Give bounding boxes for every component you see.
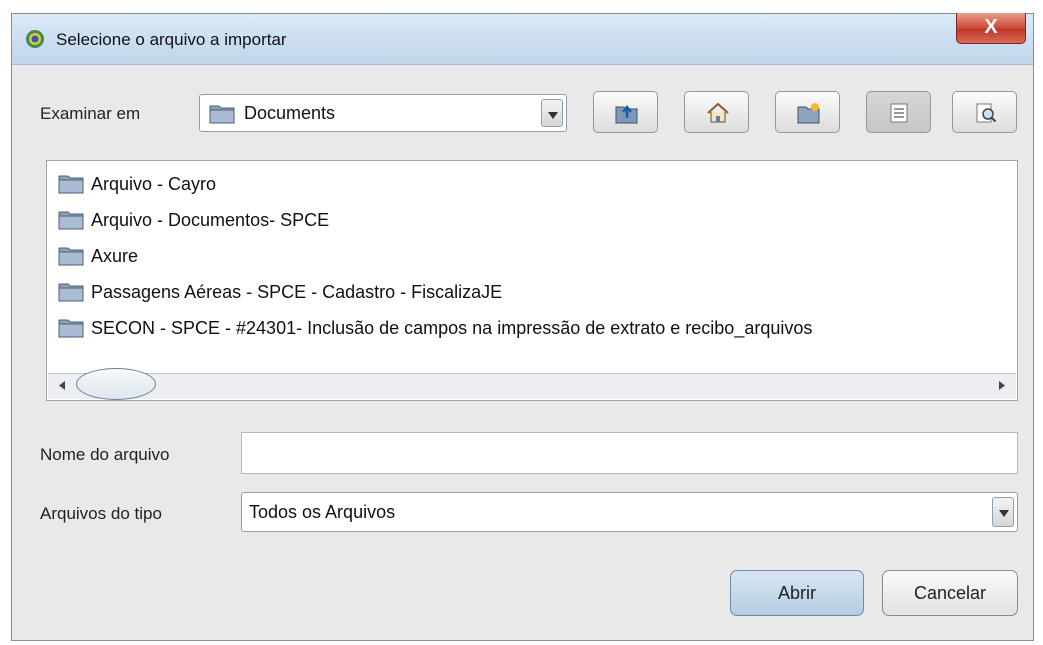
list-view-icon (890, 103, 908, 123)
folder-icon (58, 247, 84, 266)
list-view-button[interactable] (866, 91, 931, 133)
file-name: Axure (91, 245, 139, 266)
look-in-value: Documents (244, 103, 336, 123)
filetype-label: Arquivos do tipo (40, 504, 162, 523)
file-name: Passagens Aéreas - SPCE - Cadastro - Fis… (91, 281, 503, 302)
details-view-icon (976, 103, 997, 123)
file-name: Arquivo - Documentos- SPCE (91, 209, 330, 230)
folder-icon (58, 175, 84, 194)
up-one-level-button[interactable] (593, 91, 658, 133)
folder-icon (209, 105, 235, 124)
home-button[interactable] (684, 91, 749, 133)
scroll-right-icon[interactable] (994, 377, 1010, 394)
file-name: SECON - SPCE - #24301- Inclusão de campo… (91, 317, 813, 338)
home-icon (707, 102, 729, 123)
scroll-thumb[interactable] (76, 368, 156, 400)
filename-input[interactable] (241, 432, 1018, 474)
cancel-button[interactable]: Cancelar (882, 570, 1018, 616)
look-in-select[interactable]: Documents (199, 94, 567, 132)
open-button[interactable]: Abrir (730, 570, 864, 616)
title-bar[interactable]: Selecione o arquivo a importar X (12, 13, 1033, 65)
file-chooser-dialog: Selecione o arquivo a importar X Examina… (11, 13, 1034, 641)
close-button[interactable]: X (956, 13, 1026, 44)
file-list-item[interactable]: Axure (58, 243, 138, 269)
scroll-left-icon[interactable] (54, 377, 70, 394)
new-folder-icon (797, 103, 820, 124)
folder-icon (58, 283, 84, 302)
look-in-dropdown-arrow[interactable] (541, 99, 563, 127)
up-one-level-icon (615, 104, 638, 124)
file-list-item[interactable]: Arquivo - Cayro (58, 171, 216, 197)
file-list-item[interactable]: Passagens Aéreas - SPCE - Cadastro - Fis… (58, 279, 502, 305)
file-list-item[interactable]: SECON - SPCE - #24301- Inclusão de campo… (58, 315, 812, 341)
file-name: Arquivo - Cayro (91, 173, 217, 194)
app-emblem-icon (26, 30, 44, 48)
filetype-dropdown-arrow[interactable] (992, 497, 1014, 527)
filetype-select[interactable]: Todos os Arquivos (241, 492, 1018, 532)
look-in-label: Examinar em (40, 104, 141, 123)
file-list-item[interactable]: Arquivo - Documentos- SPCE (58, 207, 329, 233)
filetype-value: Todos os Arquivos (249, 502, 396, 522)
folder-icon (58, 211, 84, 230)
horizontal-scrollbar[interactable] (48, 368, 1016, 400)
new-folder-button[interactable] (775, 91, 840, 133)
dialog-title: Selecione o arquivo a importar (56, 30, 287, 49)
file-list[interactable]: Arquivo - Cayro Arquivo - Documentos- SPC… (46, 160, 1018, 401)
filename-label: Nome do arquivo (40, 445, 170, 464)
details-view-button[interactable] (952, 91, 1017, 133)
folder-icon (58, 319, 84, 338)
